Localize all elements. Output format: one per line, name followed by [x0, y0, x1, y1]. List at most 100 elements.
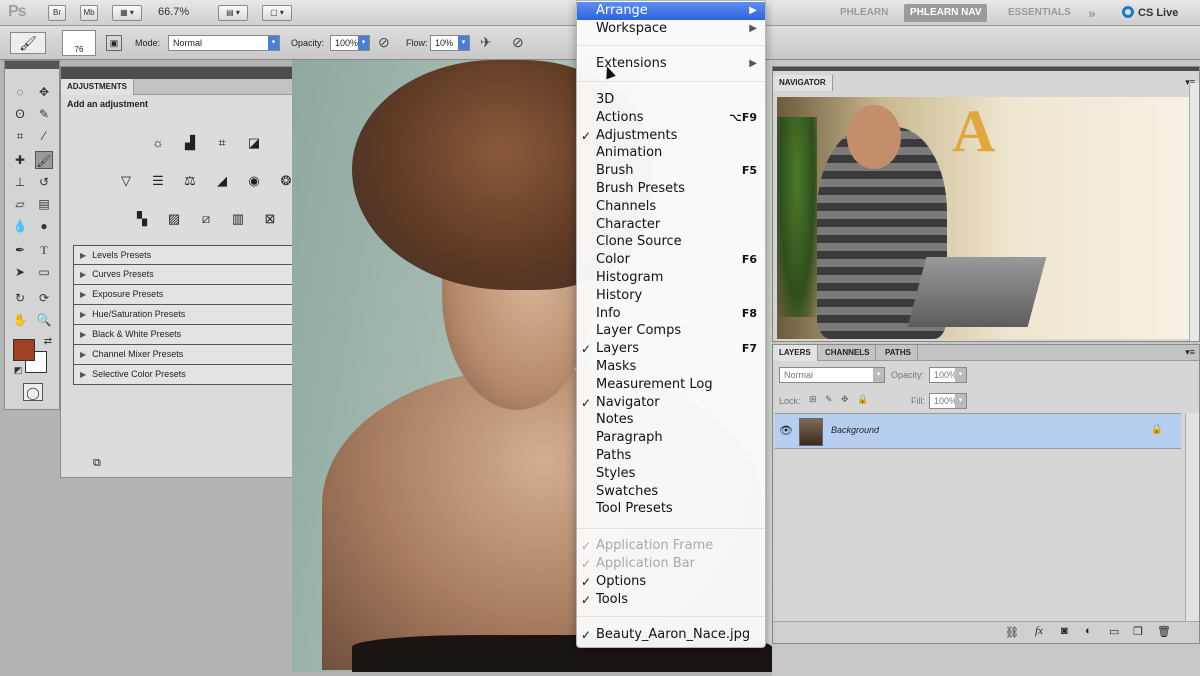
menu-item-character[interactable]: Character: [577, 216, 765, 234]
clone-stamp-tool-icon[interactable]: ⊥: [11, 173, 29, 191]
lock-transparent-icon[interactable]: ⊞: [809, 394, 817, 405]
flow-input[interactable]: 10% ▾: [430, 35, 470, 51]
lock-position-icon[interactable]: ✥: [841, 394, 849, 405]
table-row[interactable]: 👁 Background 🔒: [775, 413, 1181, 449]
layers-scrollbar[interactable]: [1185, 413, 1199, 623]
photo-filter-icon[interactable]: ◉: [243, 171, 265, 191]
hand-tool-icon[interactable]: ✋: [11, 311, 29, 329]
layer-style-icon[interactable]: fx: [1035, 625, 1043, 637]
menu-item-actions[interactable]: Actions ⌥F9: [577, 109, 765, 127]
3d-orbit-tool-icon[interactable]: ⟳: [35, 289, 53, 307]
hue-saturation-icon[interactable]: ☰: [147, 171, 169, 191]
view-extras-button[interactable]: ▦ ▾: [112, 5, 142, 21]
type-tool-icon[interactable]: T: [35, 241, 53, 259]
tab-adjustments[interactable]: ADJUSTMENTS: [61, 79, 135, 95]
menu-item-document[interactable]: ✓ Beauty_Aaron_Nace.jpg: [577, 626, 765, 644]
menu-item-brush-presets[interactable]: Brush Presets: [577, 180, 765, 198]
menu-item-tool-presets[interactable]: Tool Presets: [577, 500, 765, 518]
tab-channels[interactable]: CHANNELS: [819, 345, 877, 361]
layer-opacity-input[interactable]: 100% ▾: [929, 367, 967, 383]
new-layer-icon[interactable]: ❐: [1133, 625, 1143, 638]
navigator-preview[interactable]: A: [777, 97, 1197, 339]
list-item[interactable]: ▶ Channel Mixer Presets: [73, 345, 325, 365]
brightness-contrast-icon[interactable]: ☼: [147, 133, 169, 153]
selective-color-icon[interactable]: ⊠: [259, 209, 281, 229]
menu-item-3d[interactable]: 3D: [577, 91, 765, 109]
workspace-essentials[interactable]: ESSENTIALS: [1002, 4, 1077, 22]
swap-colors-icon[interactable]: ⇄: [39, 333, 57, 351]
blur-tool-icon[interactable]: 💧: [11, 217, 29, 235]
arrange-documents-button[interactable]: ▤ ▾: [218, 5, 248, 21]
lock-all-icon[interactable]: 🔒: [857, 394, 868, 405]
mode-select[interactable]: Normal ▾: [168, 35, 280, 51]
menu-item-swatches[interactable]: Swatches: [577, 483, 765, 501]
layer-name[interactable]: Background: [831, 425, 879, 435]
gradient-map-icon[interactable]: ▥: [227, 209, 249, 229]
menu-item-masks[interactable]: Masks: [577, 358, 765, 376]
color-balance-icon[interactable]: ⚖: [179, 171, 201, 191]
menu-item-notes[interactable]: Notes: [577, 411, 765, 429]
lasso-tool-icon[interactable]: ʘ: [11, 105, 29, 123]
posterize-icon[interactable]: ▨: [163, 209, 185, 229]
workspace-phlearn-nav[interactable]: PHLEARN NAV: [904, 4, 988, 22]
eraser-tool-icon[interactable]: ▱: [11, 195, 29, 213]
quick-mask-icon[interactable]: ◯: [23, 383, 43, 401]
menu-item-options[interactable]: ✓ Options: [577, 573, 765, 591]
pen-tool-icon[interactable]: ✒: [11, 241, 29, 259]
exposure-icon[interactable]: ◪: [243, 133, 265, 153]
menu-item-clone-source[interactable]: Clone Source: [577, 233, 765, 251]
list-item[interactable]: ▶ Selective Color Presets: [73, 365, 325, 385]
workspace-phlearn[interactable]: PHLEARN: [834, 4, 894, 22]
menu-item-adjustments[interactable]: ✓ Adjustments: [577, 127, 765, 145]
clip-to-layer-icon[interactable]: ⧉: [93, 457, 101, 470]
menu-item-histogram[interactable]: Histogram: [577, 269, 765, 287]
zoom-tool-icon[interactable]: 🔍: [35, 311, 53, 329]
brush-tool-icon[interactable]: 🖌: [35, 151, 53, 169]
history-brush-tool-icon[interactable]: ↺: [35, 173, 53, 191]
delete-layer-icon[interactable]: 🗑: [1157, 625, 1171, 638]
path-selection-tool-icon[interactable]: ➤: [11, 263, 29, 281]
more-workspaces-icon[interactable]: »: [1082, 4, 1102, 22]
tablet-pressure-size-icon[interactable]: ⊘: [512, 34, 524, 51]
curves-icon[interactable]: ⌗: [211, 133, 233, 153]
navigator-scrollbar[interactable]: [1189, 83, 1199, 341]
menu-item-navigator[interactable]: ✓ Navigator: [577, 394, 765, 412]
navigator-panel-header[interactable]: [773, 67, 1199, 71]
levels-icon[interactable]: ▟: [179, 133, 201, 153]
menu-item-channels[interactable]: Channels: [577, 198, 765, 216]
healing-brush-tool-icon[interactable]: ✚: [11, 151, 29, 169]
menu-item-paths[interactable]: Paths: [577, 447, 765, 465]
zoom-level[interactable]: 66.7%: [158, 6, 189, 18]
menu-item-history[interactable]: History: [577, 287, 765, 305]
tab-layers[interactable]: LAYERS: [773, 345, 818, 361]
3d-rotate-tool-icon[interactable]: ↻: [11, 289, 29, 307]
menu-item-layer-comps[interactable]: Layer Comps: [577, 322, 765, 340]
brush-tool-preset-icon[interactable]: 🖌: [10, 32, 46, 54]
add-mask-icon[interactable]: ◙: [1061, 625, 1068, 637]
screen-mode-button[interactable]: ▢ ▾: [262, 5, 292, 21]
mini-bridge-button[interactable]: Mb: [80, 5, 98, 21]
gradient-tool-icon[interactable]: ▤: [35, 195, 53, 213]
menu-item-measurement-log[interactable]: Measurement Log: [577, 376, 765, 394]
foreground-color-swatch[interactable]: [13, 339, 35, 361]
airbrush-icon[interactable]: ✈: [480, 34, 492, 51]
menu-item-layers[interactable]: ✓ Layers F7: [577, 340, 765, 358]
cs-live-button[interactable]: CS Live: [1122, 4, 1178, 22]
blend-mode-select[interactable]: Normal ▾: [779, 367, 885, 383]
marquee-tool-icon[interactable]: ◌: [11, 83, 29, 101]
list-item[interactable]: ▶ Levels Presets: [73, 245, 325, 265]
tablet-pressure-opacity-icon[interactable]: ⊘: [378, 34, 390, 51]
list-item[interactable]: ▶ Hue/Saturation Presets: [73, 305, 325, 325]
lock-image-icon[interactable]: ✎: [825, 394, 833, 405]
vibrance-icon[interactable]: ▽: [115, 171, 137, 191]
tab-navigator[interactable]: NAVIGATOR: [773, 75, 833, 91]
list-item[interactable]: ▶ Curves Presets: [73, 265, 325, 285]
menu-item-tools[interactable]: ✓ Tools: [577, 591, 765, 609]
list-item[interactable]: ▶ Exposure Presets: [73, 285, 325, 305]
brush-panel-toggle-icon[interactable]: ▣: [106, 35, 122, 51]
crop-tool-icon[interactable]: ⌗: [11, 127, 29, 145]
menu-item-brush[interactable]: Brush F5: [577, 162, 765, 180]
threshold-icon[interactable]: ⧄: [195, 209, 217, 229]
move-tool-icon[interactable]: ✥: [35, 83, 53, 101]
new-group-icon[interactable]: ▭: [1109, 625, 1119, 638]
